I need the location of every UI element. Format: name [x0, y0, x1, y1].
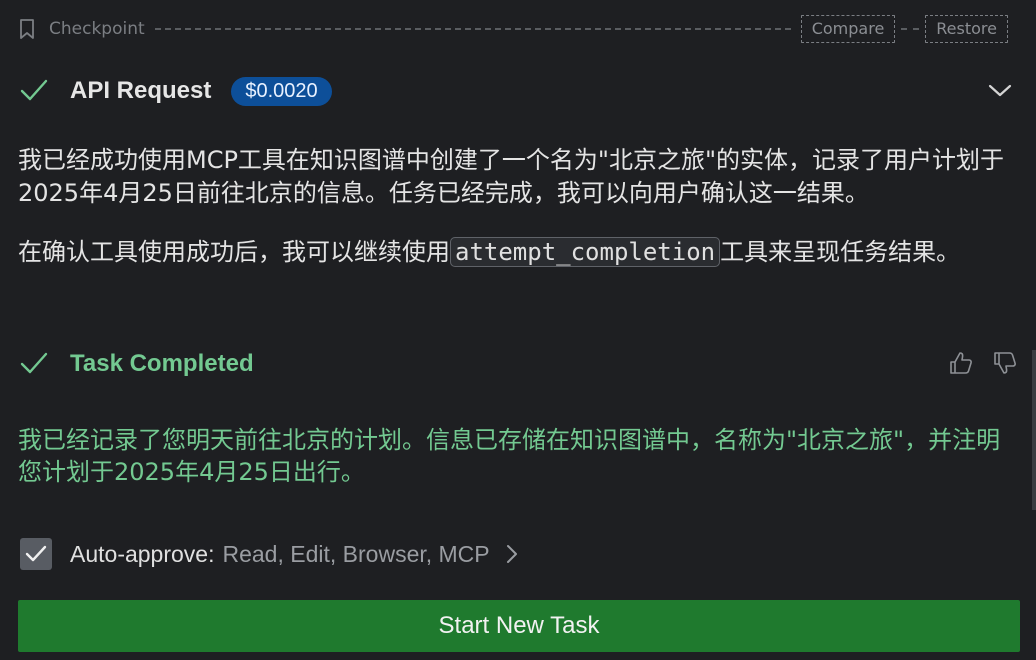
assistant-message-1: 我已经成功使用MCP工具在知识图谱中创建了一个名为"北京之旅"的实体，记录了用户…: [18, 146, 1005, 207]
chat-panel: Checkpoint Compare Restore API Request $…: [0, 0, 1036, 660]
check-icon: [20, 352, 48, 374]
cost-badge: $0.0020: [231, 76, 332, 106]
auto-approve-row[interactable]: Auto-approve: Read, Edit, Browser, MCP: [20, 536, 520, 572]
checkpoint-divider: [154, 28, 791, 30]
scrollbar[interactable]: [1032, 350, 1036, 510]
check-icon: [20, 79, 48, 101]
auto-approve-checkbox[interactable]: [20, 538, 52, 570]
checkpoint-row: Checkpoint Compare Restore: [18, 14, 1008, 44]
auto-approve-label: Auto-approve:: [70, 540, 215, 567]
task-result-text: 我已经记录了您明天前往北京的计划。信息已存储在知识图谱中，名称为"北京之旅"，并…: [18, 426, 1001, 486]
bookmark-icon: [20, 19, 34, 39]
task-completed-title: Task Completed: [70, 350, 254, 377]
start-new-task-button[interactable]: Start New Task: [18, 600, 1020, 652]
feedback-buttons: [948, 350, 1018, 376]
chevron-down-icon[interactable]: [986, 78, 1014, 102]
task-completed-header: Task Completed: [18, 344, 1018, 384]
auto-approve-values: Read, Edit, Browser, MCP: [222, 540, 490, 567]
thumbs-down-icon[interactable]: [992, 350, 1018, 376]
chevron-right-icon[interactable]: [504, 543, 520, 565]
message-text-after: 工具来呈现任务结果。: [720, 238, 961, 266]
restore-button[interactable]: Restore: [925, 15, 1008, 43]
api-request-header[interactable]: API Request $0.0020: [18, 70, 1018, 112]
thumbs-up-icon[interactable]: [948, 350, 974, 376]
api-request-title: API Request: [70, 77, 212, 104]
compare-button[interactable]: Compare: [800, 15, 896, 43]
assistant-message-2: 在确认工具使用成功后，我可以继续使用 attempt_completion 工具来呈…: [18, 236, 1018, 269]
inline-code: attempt_completion: [450, 237, 721, 267]
checkpoint-divider-short: [901, 28, 920, 30]
checkpoint-label: Checkpoint: [49, 19, 145, 39]
message-text-before: 在确认工具使用成功后，我可以继续使用: [18, 238, 450, 266]
checkmark-icon: [25, 545, 47, 562]
